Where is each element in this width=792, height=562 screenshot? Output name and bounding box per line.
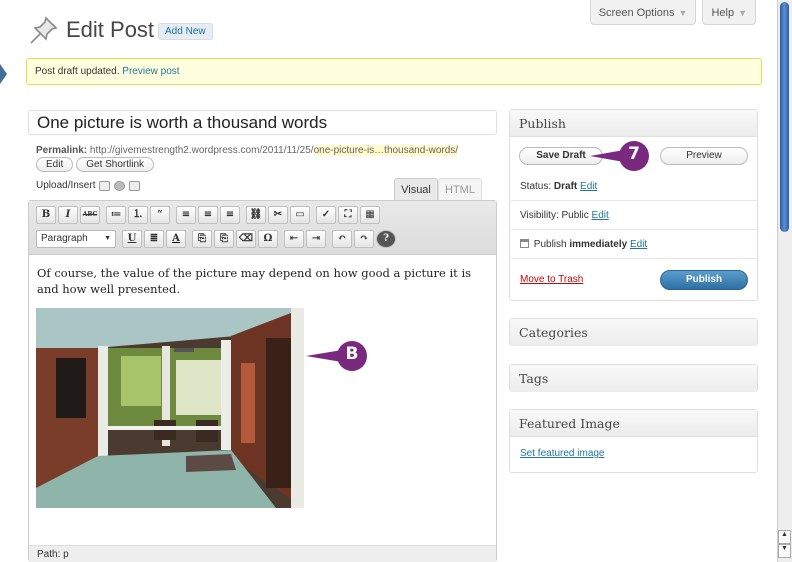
edit-visibility-link[interactable]: Edit	[592, 210, 609, 221]
post-body-text[interactable]: Of course, the value of the picture may …	[37, 265, 492, 297]
scroll-up-arrow-icon[interactable]: ▲	[778, 530, 791, 544]
edit-status-link[interactable]: Edit	[580, 181, 597, 192]
blockquote-button[interactable]: “	[150, 206, 170, 224]
underline-button[interactable]: U	[122, 230, 142, 248]
text-color-button[interactable]: A	[166, 230, 186, 248]
align-center-button[interactable]: ≡	[198, 206, 218, 224]
editor-toolbar: B I ABC ≔ ⒈ “ ≡ ≡ ≡ ⛓ ✂ ▭ ✓ ⛶ ▦ Paragrap…	[29, 201, 496, 255]
porch-photo[interactable]	[36, 308, 304, 508]
chevron-down-icon: ▼	[738, 8, 747, 18]
outdent-button[interactable]: ⇤	[284, 230, 304, 248]
set-featured-image-link[interactable]: Set featured image	[520, 448, 605, 459]
screen-meta-links: Screen Options ▼ Help ▼	[589, 0, 756, 25]
scroll-down-arrow-icon[interactable]: ▼	[778, 544, 791, 558]
align-right-button[interactable]: ≡	[220, 206, 240, 224]
insert-link-button[interactable]: ⛓	[246, 206, 266, 224]
upload-insert-label: Upload/Insert	[36, 180, 96, 191]
divider	[511, 229, 758, 230]
status-label: Status:	[520, 181, 552, 192]
admin-menu-arrow-icon	[0, 64, 7, 84]
permalink-slug[interactable]: one-picture-is…thousand-words/	[313, 145, 459, 156]
paste-text-button[interactable]: ⎘	[192, 230, 212, 248]
fullscreen-button[interactable]: ⛶	[338, 206, 358, 224]
redo-button[interactable]: ↷	[354, 230, 374, 248]
add-image-icon[interactable]	[99, 180, 111, 191]
page-title: Edit Post	[66, 17, 155, 42]
publish-box: Publish Save Draft Preview Status: Draft…	[509, 109, 758, 301]
add-gallery-icon[interactable]	[129, 180, 141, 191]
preview-button[interactable]: Preview	[660, 147, 748, 165]
notice-text: Post draft updated.	[35, 66, 120, 77]
editor-path: Path: p	[29, 545, 496, 562]
help-label: Help	[711, 7, 735, 19]
edit-schedule-link[interactable]: Edit	[630, 239, 647, 250]
edit-permalink-button[interactable]: Edit	[36, 157, 74, 172]
callout-7-label: 7	[628, 144, 640, 164]
italic-button[interactable]: I	[58, 206, 78, 224]
scrollbar-thumb[interactable]	[780, 2, 789, 232]
undo-button[interactable]: ↶	[332, 230, 352, 248]
justify-button[interactable]: ≣	[144, 230, 164, 248]
schedule-label: Publish	[533, 239, 567, 250]
status-row: Status: Draft Edit	[520, 181, 597, 192]
toolbar-row-2: Paragraph U ≣ A ⎘ ⎘ ⌫ Ω ⇤ ⇥ ↶ ↷ ?	[36, 230, 396, 248]
permalink-buttons: Edit Get Shortlink	[36, 157, 155, 172]
visibility-row: Visibility: Public Edit	[520, 210, 609, 221]
tags-box: Tags	[509, 364, 758, 392]
move-to-trash-link[interactable]: Move to Trash	[520, 274, 583, 285]
pushpin-icon	[30, 16, 58, 44]
chevron-down-icon: ▼	[678, 8, 688, 18]
permalink-base: http://givemestrength2.wordpress.com/201…	[89, 145, 314, 156]
help-button[interactable]: Help ▼	[702, 0, 756, 25]
featured-image-box: Featured Image Set featured image	[509, 409, 758, 473]
more-tag-button[interactable]: ▭	[290, 206, 310, 224]
publish-box-title[interactable]: Publish	[510, 110, 757, 137]
bold-button[interactable]: B	[36, 206, 56, 224]
calendar-icon	[520, 239, 529, 248]
permalink: Permalink: http://givemestrength2.wordpr…	[36, 145, 459, 156]
toolbar-row-1: B I ABC ≔ ⒈ “ ≡ ≡ ≡ ⛓ ✂ ▭ ✓ ⛶ ▦	[36, 206, 380, 224]
categories-box: Categories	[509, 318, 758, 346]
tab-html[interactable]: HTML	[438, 178, 482, 200]
update-notice: Post draft updated. Preview post	[26, 58, 762, 85]
kitchen-sink-button[interactable]: ▦	[360, 206, 380, 224]
callout-b-label: B	[345, 344, 359, 364]
visibility-value: Public	[561, 210, 589, 221]
visibility-label: Visibility:	[520, 210, 559, 221]
align-left-button[interactable]: ≡	[176, 206, 196, 224]
schedule-value: immediately	[569, 239, 628, 250]
featured-image-box-title[interactable]: Featured Image	[510, 410, 757, 437]
screen-options-label: Screen Options	[598, 7, 675, 19]
add-new-button[interactable]: Add New	[158, 23, 213, 40]
format-select[interactable]: Paragraph	[36, 230, 116, 248]
unlink-button[interactable]: ✂	[268, 206, 288, 224]
post-title-input[interactable]: One picture is worth a thousand words	[28, 110, 497, 135]
categories-box-title[interactable]: Categories	[510, 319, 757, 346]
special-character-button[interactable]: Ω	[258, 230, 278, 248]
divider	[511, 258, 758, 259]
status-value: Draft	[553, 181, 578, 192]
permalink-label: Permalink:	[36, 145, 88, 156]
numbered-list-button[interactable]: ⒈	[128, 206, 148, 224]
upload-insert-bar: Upload/Insert	[36, 180, 141, 191]
paste-word-button[interactable]: ⎘	[214, 230, 234, 248]
help-icon[interactable]: ?	[376, 230, 396, 248]
divider	[511, 200, 758, 201]
spellcheck-button[interactable]: ✓	[316, 206, 336, 224]
bullet-list-button[interactable]: ≔	[106, 206, 126, 224]
screen-options-button[interactable]: Screen Options ▼	[589, 0, 697, 25]
tab-visual[interactable]: Visual	[394, 178, 438, 200]
indent-button[interactable]: ⇥	[306, 230, 326, 248]
add-media-icon[interactable]	[114, 180, 126, 191]
schedule-row: Publish immediately Edit	[520, 239, 647, 250]
strikethrough-button[interactable]: ABC	[80, 206, 100, 224]
tags-box-title[interactable]: Tags	[510, 365, 757, 392]
clear-formatting-button[interactable]: ⌫	[236, 230, 256, 248]
publish-button[interactable]: Publish	[660, 270, 748, 290]
preview-post-link[interactable]: Preview post	[122, 66, 179, 77]
get-shortlink-button[interactable]: Get Shortlink	[76, 157, 155, 172]
